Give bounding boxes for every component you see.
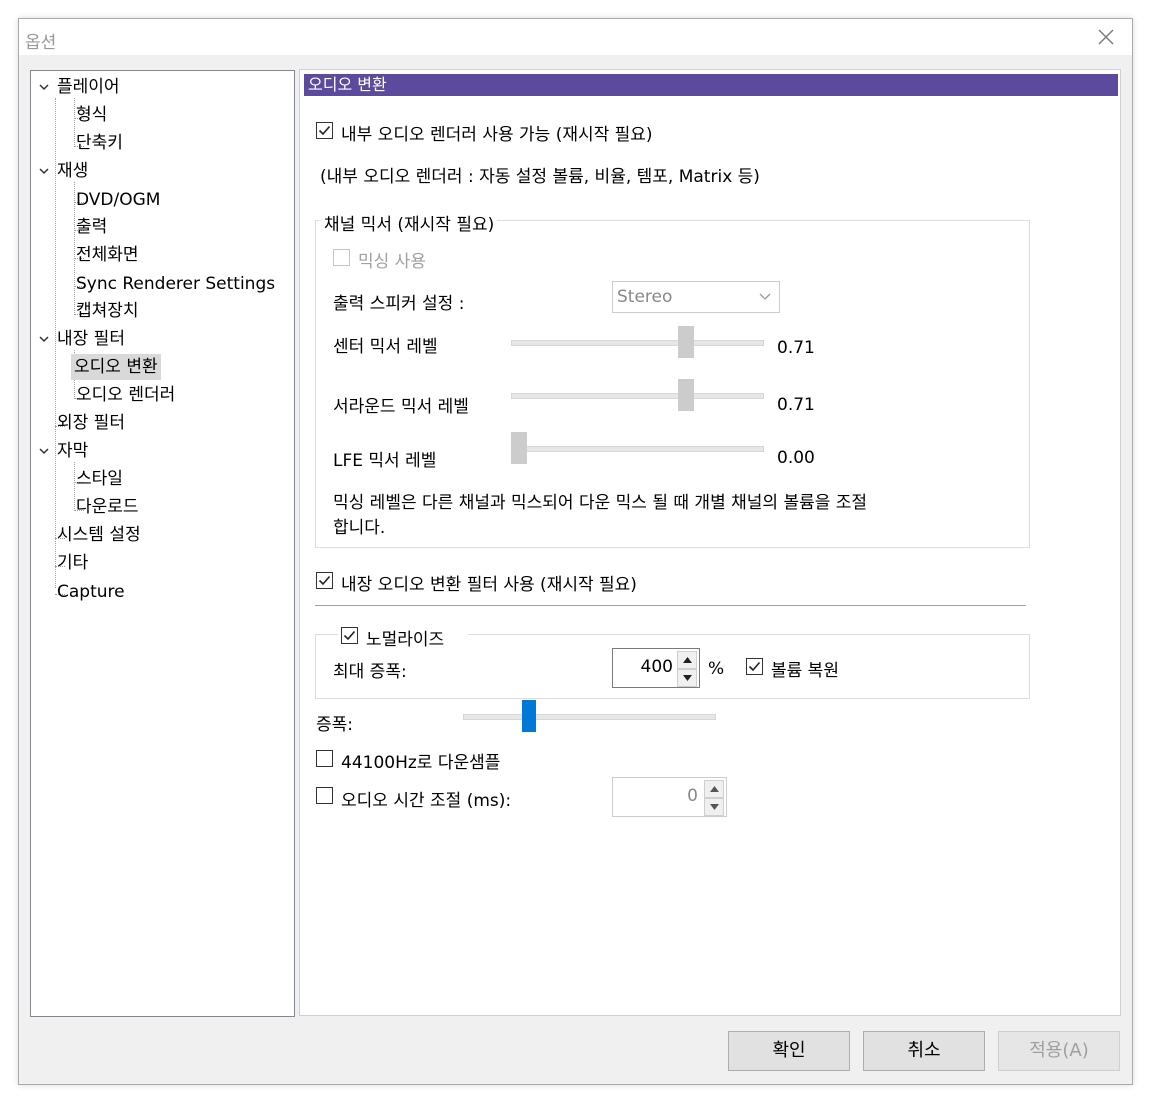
tree-item-dvd-ogm[interactable]: DVD/OGM	[73, 187, 163, 213]
window-title: 옵션	[25, 33, 57, 53]
tree-item-capture-device[interactable]: 캡쳐장치	[73, 298, 142, 324]
tree-item-shortcuts[interactable]: 단축키	[73, 130, 126, 156]
audio-delay-spinner[interactable]: 0	[612, 777, 727, 817]
builtin-filter-label: 내장 오디오 변환 필터 사용 (재시작 필요)	[341, 575, 637, 595]
lfe-mixer-value: 0.00	[777, 448, 815, 468]
downsample-checkbox[interactable]	[316, 750, 333, 767]
chevron-down-icon[interactable]	[38, 445, 50, 457]
tree-item-format[interactable]: 형식	[73, 102, 110, 128]
internal-renderer-note: (내부 오디오 렌더러 : 자동 설정 볼륨, 비율, 템포, Matrix 등…	[320, 167, 760, 187]
separator	[315, 605, 1026, 606]
category-tree[interactable]: 플레이어 형식 단축키 재생 DVD/OGM 출력 전체화면 Sync Rend…	[30, 70, 295, 1017]
downsample-label: 44100Hz로 다운샘플	[341, 753, 501, 773]
max-amp-label: 최대 증폭:	[333, 662, 407, 682]
settings-panel: 오디오 변환 내부 오디오 렌더러 사용 가능 (재시작 필요) (내부 오디오…	[299, 69, 1121, 1016]
restore-volume-label: 볼륨 복원	[771, 661, 839, 681]
speaker-config-value: Stereo	[617, 287, 673, 307]
internal-renderer-label: 내부 오디오 렌더러 사용 가능 (재시작 필요)	[341, 125, 653, 145]
max-amp-unit: %	[708, 659, 725, 679]
speaker-config-select[interactable]: Stereo	[612, 281, 780, 313]
surround-mixer-value: 0.71	[777, 395, 815, 415]
speaker-config-label: 출력 스피커 설정 :	[333, 294, 465, 314]
internal-renderer-checkbox[interactable]	[316, 122, 333, 139]
cancel-button[interactable]: 취소	[863, 1031, 985, 1071]
enable-mixing-checkbox[interactable]	[333, 249, 350, 266]
tree-item-output[interactable]: 출력	[73, 214, 110, 240]
chevron-down-icon[interactable]	[38, 333, 50, 345]
max-amp-spinner[interactable]: 400	[612, 648, 700, 688]
tree-item-capture[interactable]: Capture	[54, 579, 128, 605]
chevron-down-icon[interactable]	[38, 165, 50, 177]
amplify-label: 증폭:	[316, 715, 354, 735]
center-mixer-value: 0.71	[777, 338, 815, 358]
audio-delay-checkbox[interactable]	[316, 787, 333, 804]
tree-item-external-filters[interactable]: 외장 필터	[54, 410, 128, 436]
center-mixer-slider[interactable]	[511, 340, 764, 346]
title-bar: 옵션	[19, 19, 1132, 55]
chevron-down-icon[interactable]	[38, 81, 50, 93]
restore-volume-checkbox[interactable]	[746, 658, 763, 675]
tree-item-internal-filters[interactable]: 내장 필터	[54, 326, 128, 352]
amplify-slider[interactable]	[463, 714, 716, 720]
lfe-mixer-slider-thumb[interactable]	[511, 432, 527, 464]
spin-up-icon[interactable]	[704, 780, 724, 798]
lfe-mixer-slider[interactable]	[511, 446, 764, 452]
lfe-mixer-label: LFE 믹서 레벨	[333, 451, 437, 471]
center-mixer-label: 센터 믹서 레벨	[333, 337, 438, 357]
surround-mixer-slider[interactable]	[511, 393, 764, 399]
spin-up-icon[interactable]	[677, 651, 697, 669]
normalize-label: 노멀라이즈	[366, 630, 445, 650]
page-title: 오디오 변환	[304, 74, 1118, 96]
builtin-filter-checkbox[interactable]	[316, 572, 333, 589]
normalize-checkbox[interactable]	[341, 627, 358, 644]
audio-delay-label: 오디오 시간 조절 (ms):	[341, 791, 512, 811]
apply-button[interactable]: 적용(A)	[998, 1031, 1120, 1071]
tree-item-playback[interactable]: 재생	[54, 158, 91, 184]
tree-item-download[interactable]: 다운로드	[73, 494, 142, 520]
center-mixer-slider-thumb[interactable]	[677, 326, 694, 358]
close-icon[interactable]	[1096, 27, 1116, 47]
tree-item-audio-switcher[interactable]: 오디오 변환	[71, 354, 161, 380]
enable-mixing-label: 믹싱 사용	[358, 252, 426, 272]
surround-mixer-label: 서라운드 믹서 레벨	[333, 397, 469, 417]
surround-mixer-slider-thumb[interactable]	[677, 379, 694, 411]
amplify-slider-thumb[interactable]	[522, 700, 536, 732]
max-amp-value: 400	[640, 657, 673, 677]
chevron-down-icon	[759, 293, 771, 300]
tree-item-misc[interactable]: 기타	[54, 550, 91, 576]
tree-item-sync-renderer[interactable]: Sync Renderer Settings	[73, 271, 278, 297]
tree-item-audio-renderer[interactable]: 오디오 렌더러	[73, 382, 178, 408]
ok-button[interactable]: 확인	[728, 1031, 850, 1071]
options-dialog: 옵션 플레이어 형식 단축키 재생 DVD/OGM 출력 전체화면 Sync R…	[18, 18, 1133, 1085]
channel-mixer-title: 채널 믹서 (재시작 필요)	[321, 210, 498, 235]
tree-item-style[interactable]: 스타일	[73, 466, 126, 492]
audio-delay-value: 0	[687, 786, 698, 806]
tree-item-subtitles[interactable]: 자막	[54, 438, 91, 464]
spin-down-icon[interactable]	[704, 798, 724, 816]
tree-item-system[interactable]: 시스템 설정	[54, 522, 144, 548]
mixing-note-line1: 믹싱 레벨은 다른 채널과 믹스되어 다운 믹스 될 때 개별 채널의 볼륨을 …	[333, 493, 868, 513]
tree-item-player[interactable]: 플레이어	[54, 74, 123, 100]
mixing-note-line2: 합니다.	[333, 518, 386, 538]
spin-down-icon[interactable]	[677, 669, 697, 687]
tree-item-fullscreen[interactable]: 전체화면	[73, 242, 142, 268]
